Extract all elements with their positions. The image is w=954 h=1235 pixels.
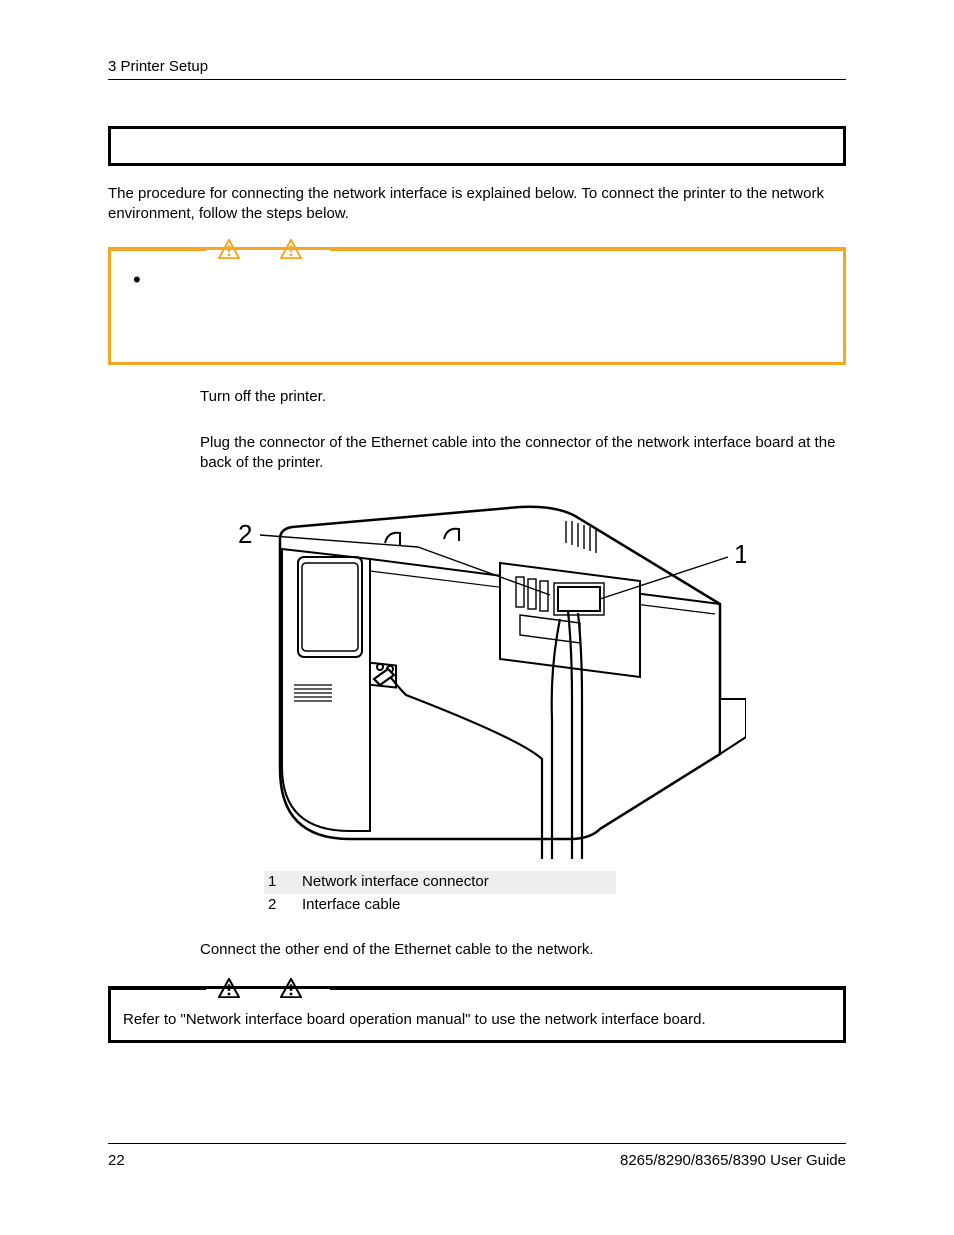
figure: 1 2 (220, 499, 746, 859)
legend-text: Network interface connector (302, 872, 489, 892)
warning-icon (218, 978, 240, 998)
page-footer: 22 8265/8290/8365/8390 User Guide (108, 1143, 846, 1169)
caution-box: • (108, 247, 846, 365)
notes-header (111, 978, 843, 998)
legend-text: Interface cable (302, 895, 400, 915)
notes-text: Refer to "Network interface board operat… (123, 1011, 706, 1028)
doc-title: 8265/8290/8365/8390 User Guide (620, 1152, 846, 1169)
step-1: Turn off the printer. (200, 387, 846, 407)
page: 3 Printer Setup The procedure for connec… (0, 0, 954, 1235)
printer-illustration: 1 2 (220, 499, 746, 859)
legend-row: 2 Interface cable (264, 894, 846, 916)
callout-2: 2 (238, 519, 252, 549)
warning-icon (280, 239, 302, 259)
section-title-box (108, 126, 846, 166)
callout-1: 1 (734, 539, 746, 569)
notes-box: Refer to "Network interface board operat… (108, 986, 846, 1043)
page-number: 22 (108, 1152, 125, 1169)
bullet: • (133, 274, 141, 286)
figure-legend: 1 Network interface connector 2 Interfac… (264, 871, 846, 916)
steps-block: Turn off the printer. Plug the connector… (200, 387, 846, 961)
step-3: Connect the other end of the Ethernet ca… (200, 940, 846, 960)
step-2: Plug the connector of the Ethernet cable… (200, 433, 846, 474)
legend-num: 2 (268, 895, 280, 915)
warning-icon (280, 978, 302, 998)
legend-row: 1 Network interface connector (264, 871, 616, 893)
legend-num: 1 (268, 872, 280, 892)
warning-icon (218, 239, 240, 259)
caution-header (111, 239, 843, 259)
running-header: 3 Printer Setup (108, 58, 846, 80)
intro-paragraph: The procedure for connecting the network… (108, 184, 846, 225)
